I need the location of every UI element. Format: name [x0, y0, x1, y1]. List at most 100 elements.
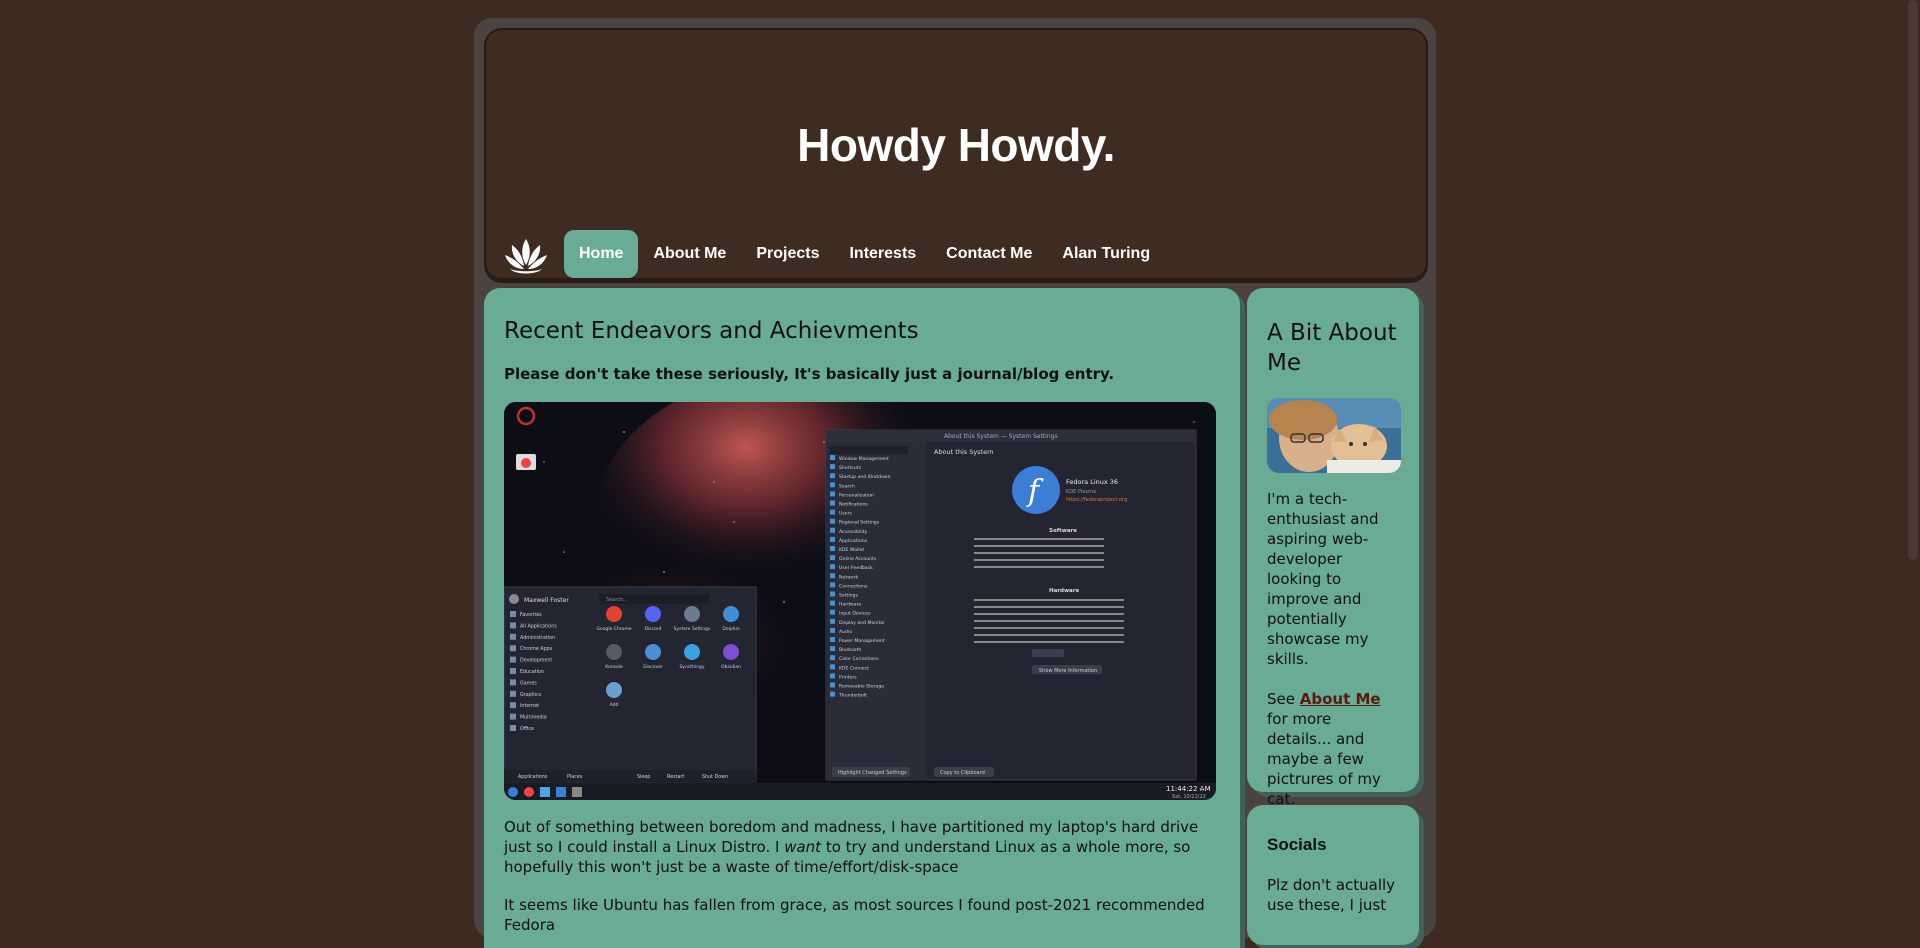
menu-category-icon: [510, 725, 516, 731]
settings-item: Settings: [839, 593, 858, 599]
nav-interests[interactable]: Interests: [834, 230, 931, 278]
desktop-screenshot: About this System — System Settings Abou…: [504, 402, 1216, 800]
settings-item: Hardware: [839, 602, 861, 608]
menu-app-label: Add: [610, 702, 619, 708]
socials-heading: Socials: [1267, 835, 1327, 854]
about-see-prefix: See: [1267, 690, 1300, 708]
settings-item-icon: [830, 664, 835, 670]
settings-item: Notifications: [839, 502, 868, 508]
settings-item-icon: [830, 573, 835, 579]
settings-item: Window Management: [839, 456, 889, 462]
menu-category: Internet: [520, 703, 539, 709]
avatar-photo: [1267, 398, 1401, 473]
os-website: https://fedoraproject.org: [1066, 497, 1127, 503]
nav-projects[interactable]: Projects: [741, 230, 834, 278]
settings-window-title: About this System — System Settings: [944, 433, 1058, 440]
menu-category: Games: [520, 680, 537, 686]
settings-page-title: About this System: [934, 448, 993, 456]
settings-item-icon: [830, 482, 835, 488]
nav-home[interactable]: Home: [564, 230, 639, 278]
menu-app-label: Discord: [645, 626, 662, 632]
lotus-logo-icon[interactable]: [502, 233, 550, 277]
menu-footer-item: Shut Down: [702, 774, 728, 780]
settings-item: KDE Connect: [839, 665, 869, 671]
menu-category: All Applications: [520, 623, 557, 629]
system-settings-window: About this System — System Settings Abou…: [825, 429, 1197, 781]
settings-item: Removable Storage: [839, 684, 884, 690]
menu-app-icon: [723, 644, 739, 660]
paragraph-ubuntu: It seems like Ubuntu has fallen from gra…: [504, 896, 1205, 934]
hardware-heading: Hardware: [1049, 588, 1079, 594]
settings-item-icon: [830, 609, 835, 615]
menu-app-label: Discover: [643, 664, 663, 670]
settings-item: Display and Monitor: [839, 620, 885, 626]
menu-search: Search...: [606, 597, 628, 603]
settings-item-icon: [830, 673, 835, 679]
taskbar: 11:44:22 AM Sat, 10/22/22: [504, 783, 1216, 800]
menu-category: Education: [520, 669, 544, 675]
menu-app-label: Konsole: [605, 664, 623, 670]
menu-app-icon: [684, 606, 700, 622]
settings-item-icon: [830, 637, 835, 642]
settings-item-icon: [830, 518, 835, 524]
settings-item: Accessibility: [839, 529, 868, 535]
menu-category-icon: [510, 679, 516, 686]
taskbar-date: Sat, 10/22/22: [1172, 794, 1206, 800]
taskbar-clock: 11:44:22 AM: [1166, 785, 1211, 793]
menu-category-icon: [510, 622, 516, 629]
settings-item: Power Management: [839, 638, 885, 644]
paragraph-linux: Out of something between boredom and mad…: [504, 817, 1220, 877]
menu-category: Graphics: [520, 692, 542, 698]
settings-item: Personalization: [839, 492, 874, 498]
settings-item-icon: [830, 600, 835, 606]
desktop-name: KDE Plasma: [1066, 489, 1096, 495]
main-content: Recent Endeavors and Achievments Please …: [484, 288, 1240, 948]
nav-about-me[interactable]: About Me: [638, 230, 741, 278]
settings-item-icon: [830, 582, 835, 588]
about-see-suffix: for more details... and maybe a few pict…: [1267, 710, 1381, 808]
settings-item-icon: [830, 555, 835, 561]
desktop-screenshot-graphic: About this System — System Settings Abou…: [504, 402, 1216, 800]
settings-item-icon: [830, 646, 835, 652]
settings-item: Online Accounts: [839, 556, 877, 562]
menu-app-icon: [645, 644, 661, 660]
main-heading: Recent Endeavors and Achievments: [504, 318, 919, 344]
highlight-button: Highlight Changed Settings: [838, 770, 907, 776]
menu-category-icon: [510, 611, 516, 617]
menu-footer-item: Sleep: [637, 774, 650, 780]
about-text: I'm a tech-enthusiast and aspiring web-d…: [1267, 490, 1379, 668]
settings-item-icon: [830, 627, 835, 633]
settings-item: Bluetooth: [839, 647, 861, 653]
start-menu: Maxwell Foster Search... Favorites All Ap…: [504, 586, 757, 783]
menu-category: Development: [520, 658, 552, 664]
settings-item: User Feedback: [839, 565, 873, 571]
settings-item: Thunderbolt: [838, 693, 867, 699]
settings-item-icon: [830, 591, 835, 597]
nav-alan-turing[interactable]: Alan Turing: [1047, 230, 1165, 278]
about-see-more: See About Me for more details... and may…: [1267, 689, 1399, 809]
settings-item-icon: [830, 473, 835, 479]
settings-item-icon: [830, 464, 835, 470]
settings-item-icon: [830, 500, 835, 506]
settings-item: Applications: [839, 538, 868, 544]
settings-item-icon: [830, 564, 835, 570]
menu-category: Multimedia: [520, 715, 547, 721]
menu-app-icon: [723, 606, 739, 622]
page-scrollbar[interactable]: [1908, 0, 1918, 560]
socials-card: Socials Plz don't actually use these, I …: [1247, 805, 1419, 945]
settings-item: Startup and Shutdown: [839, 474, 891, 480]
about-card: A Bit About Me I'm a tech-enthusiast and…: [1247, 288, 1419, 808]
menu-app-icon: [606, 682, 622, 698]
menu-category-icon: [510, 668, 516, 674]
settings-item: Users: [839, 511, 852, 517]
menu-app-label: Google Chrome: [597, 626, 632, 632]
settings-item-icon: [830, 691, 835, 697]
menu-app-label: Dolphin: [722, 626, 739, 632]
settings-item: Color Corrections: [839, 656, 879, 662]
settings-item: Connections: [839, 583, 868, 589]
settings-item-icon: [830, 491, 835, 497]
about-me-link[interactable]: About Me: [1300, 690, 1381, 708]
settings-item: KDE Wallet: [839, 547, 864, 553]
nav-contact-me[interactable]: Contact Me: [931, 230, 1047, 278]
copy-button: Copy to Clipboard: [940, 770, 985, 776]
